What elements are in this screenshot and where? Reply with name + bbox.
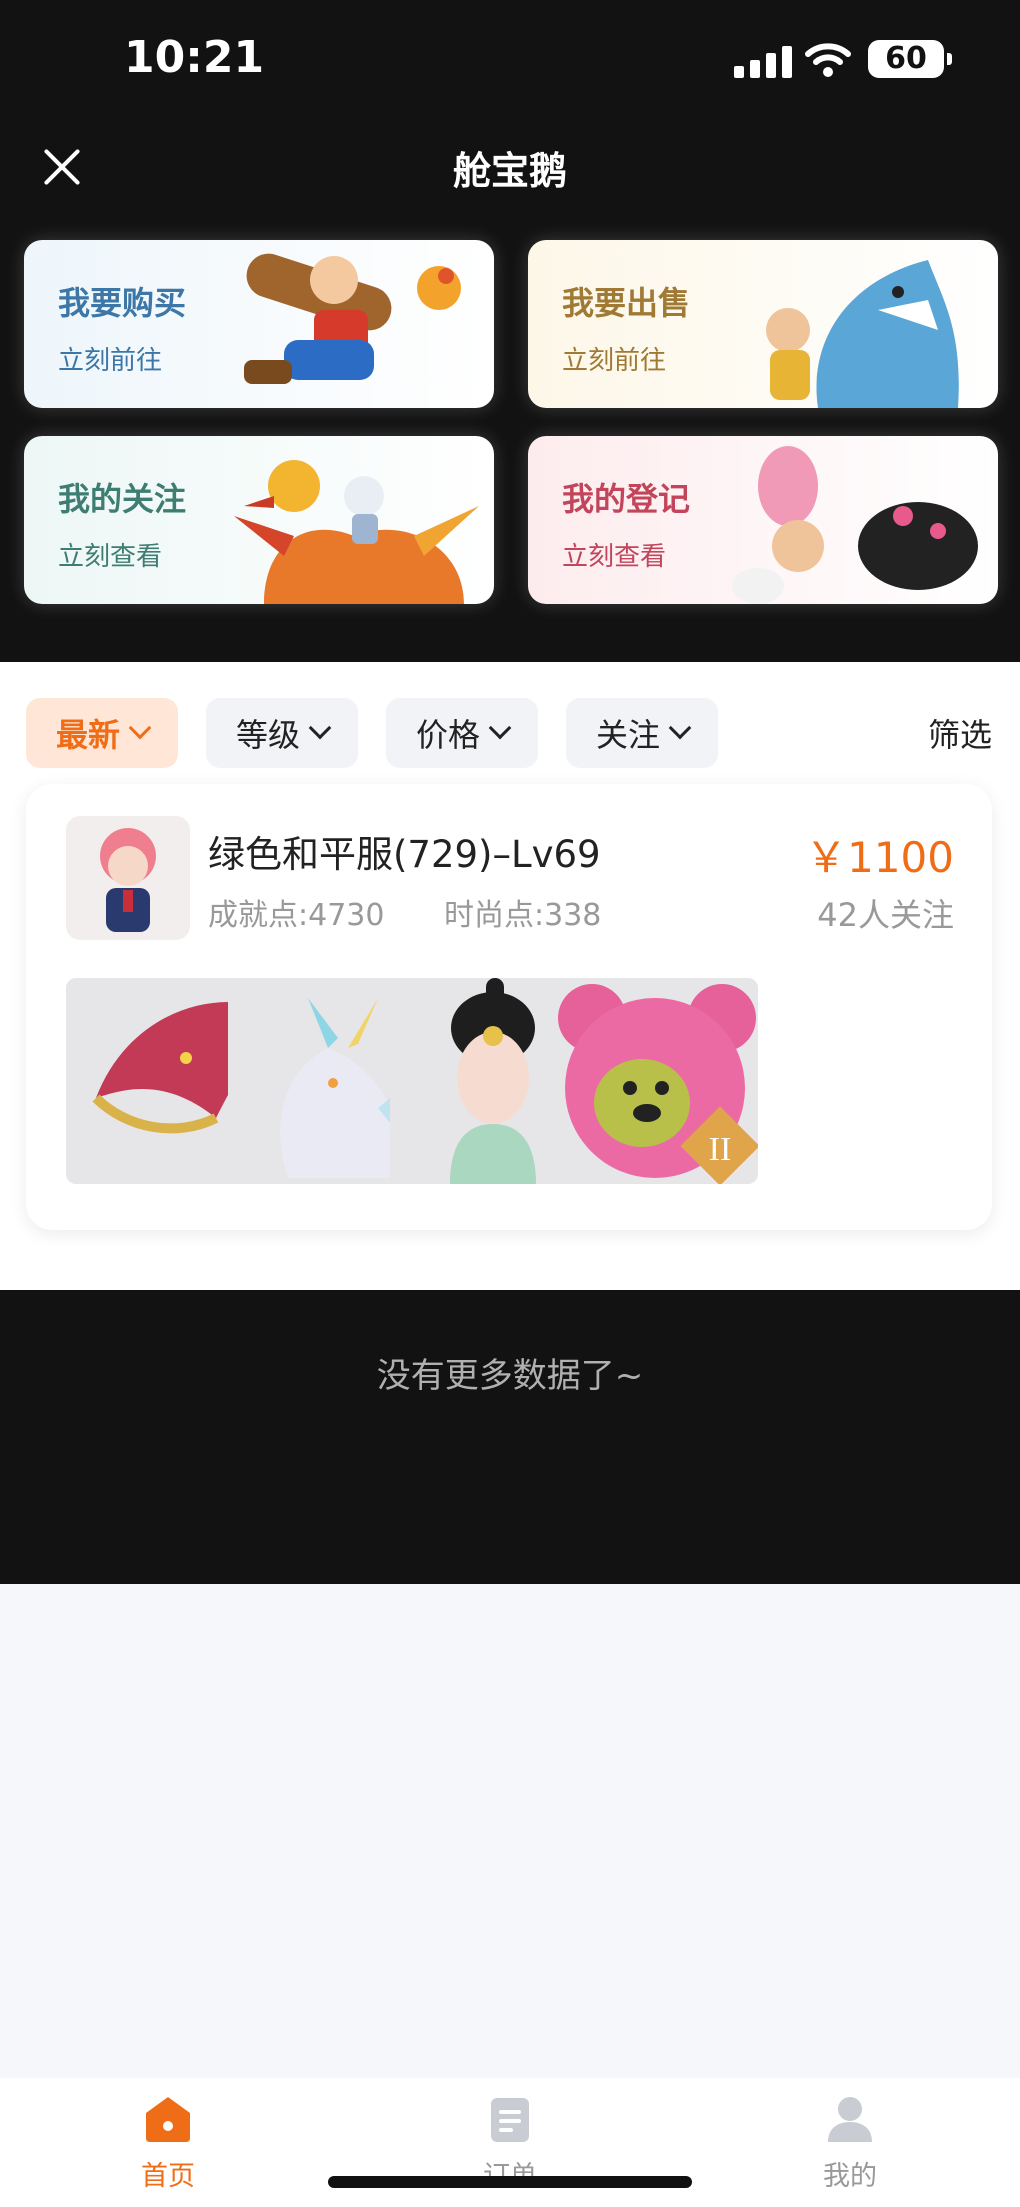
fashion-points: 时尚点:338 <box>444 898 602 933</box>
sort-chip-level[interactable]: 等级 <box>206 698 358 768</box>
card-subtitle: 立刻前往 <box>562 346 667 376</box>
home-indicator <box>328 2176 692 2188</box>
chip-label: 价格 <box>415 716 480 754</box>
wifi-icon <box>805 43 851 77</box>
card-subtitle: 立刻查看 <box>562 542 667 572</box>
bear-pet-thumbnail: II <box>552 978 758 1184</box>
buy-card[interactable]: 我要购买 立刻前往 <box>24 240 494 408</box>
chevron-down-icon <box>308 716 332 740</box>
tier-badge: II <box>709 1131 732 1168</box>
card-subtitle: 立刻前往 <box>58 346 163 376</box>
sort-chip-latest[interactable]: 最新 <box>26 698 178 768</box>
clipboard-icon <box>491 2098 529 2142</box>
achievement-points: 成就点:4730 <box>208 898 385 933</box>
cellular-signal-icon <box>734 44 792 78</box>
chevron-down-icon <box>128 716 152 740</box>
card-title: 我要出售 <box>562 284 691 322</box>
card-title: 我的登记 <box>562 480 691 518</box>
tab-label: 首页 <box>141 2161 195 2192</box>
farmer-character-illustration <box>244 253 461 384</box>
chevron-down-icon <box>668 716 692 740</box>
tab-label: 我的 <box>823 2161 877 2192</box>
home-icon <box>146 2097 190 2142</box>
card-title: 我要购买 <box>58 284 187 322</box>
pets-group-illustration <box>732 446 978 604</box>
page-title: 舱宝鹅 <box>452 149 567 193</box>
end-of-list-area <box>0 1290 1020 1584</box>
listing-card[interactable]: 绿色和平服(729)–Lv69 成就点:4730 时尚点:338 ￥1100 4… <box>26 784 992 1230</box>
tab-home[interactable]: 首页 <box>88 2094 248 2193</box>
phoenix-rider-illustration <box>234 460 479 604</box>
follow-card[interactable]: 我的关注 立刻查看 <box>24 436 494 604</box>
listing-title: 绿色和平服(729)–Lv69 <box>208 833 601 876</box>
battery-indicator: 60 <box>868 40 952 78</box>
watcher-count: 42人关注 <box>817 896 954 934</box>
chevron-down-icon <box>488 716 512 740</box>
chip-label: 最新 <box>55 716 120 754</box>
shark-character-illustration <box>766 260 959 408</box>
status-bar: 10:21 60 <box>0 0 1020 120</box>
sort-chip-follow[interactable]: 关注 <box>566 698 718 768</box>
listing-price: ￥1100 <box>805 833 954 882</box>
card-subtitle: 立刻查看 <box>58 542 163 572</box>
register-card[interactable]: 我的登记 立刻查看 <box>528 436 998 604</box>
tab-profile[interactable]: 我的 <box>770 2094 930 2193</box>
card-title: 我的关注 <box>58 480 187 518</box>
sell-card[interactable]: 我要出售 立刻前往 <box>528 240 998 408</box>
user-icon <box>828 2097 872 2142</box>
avatar <box>66 816 190 940</box>
chip-label: 等级 <box>235 716 300 754</box>
no-more-data-message: 没有更多数据了~ <box>376 1356 644 1396</box>
sort-chip-price[interactable]: 价格 <box>386 698 538 768</box>
chip-label: 关注 <box>595 716 660 754</box>
filter-button[interactable]: 筛选 <box>928 710 992 756</box>
status-time: 10:21 <box>124 32 265 83</box>
